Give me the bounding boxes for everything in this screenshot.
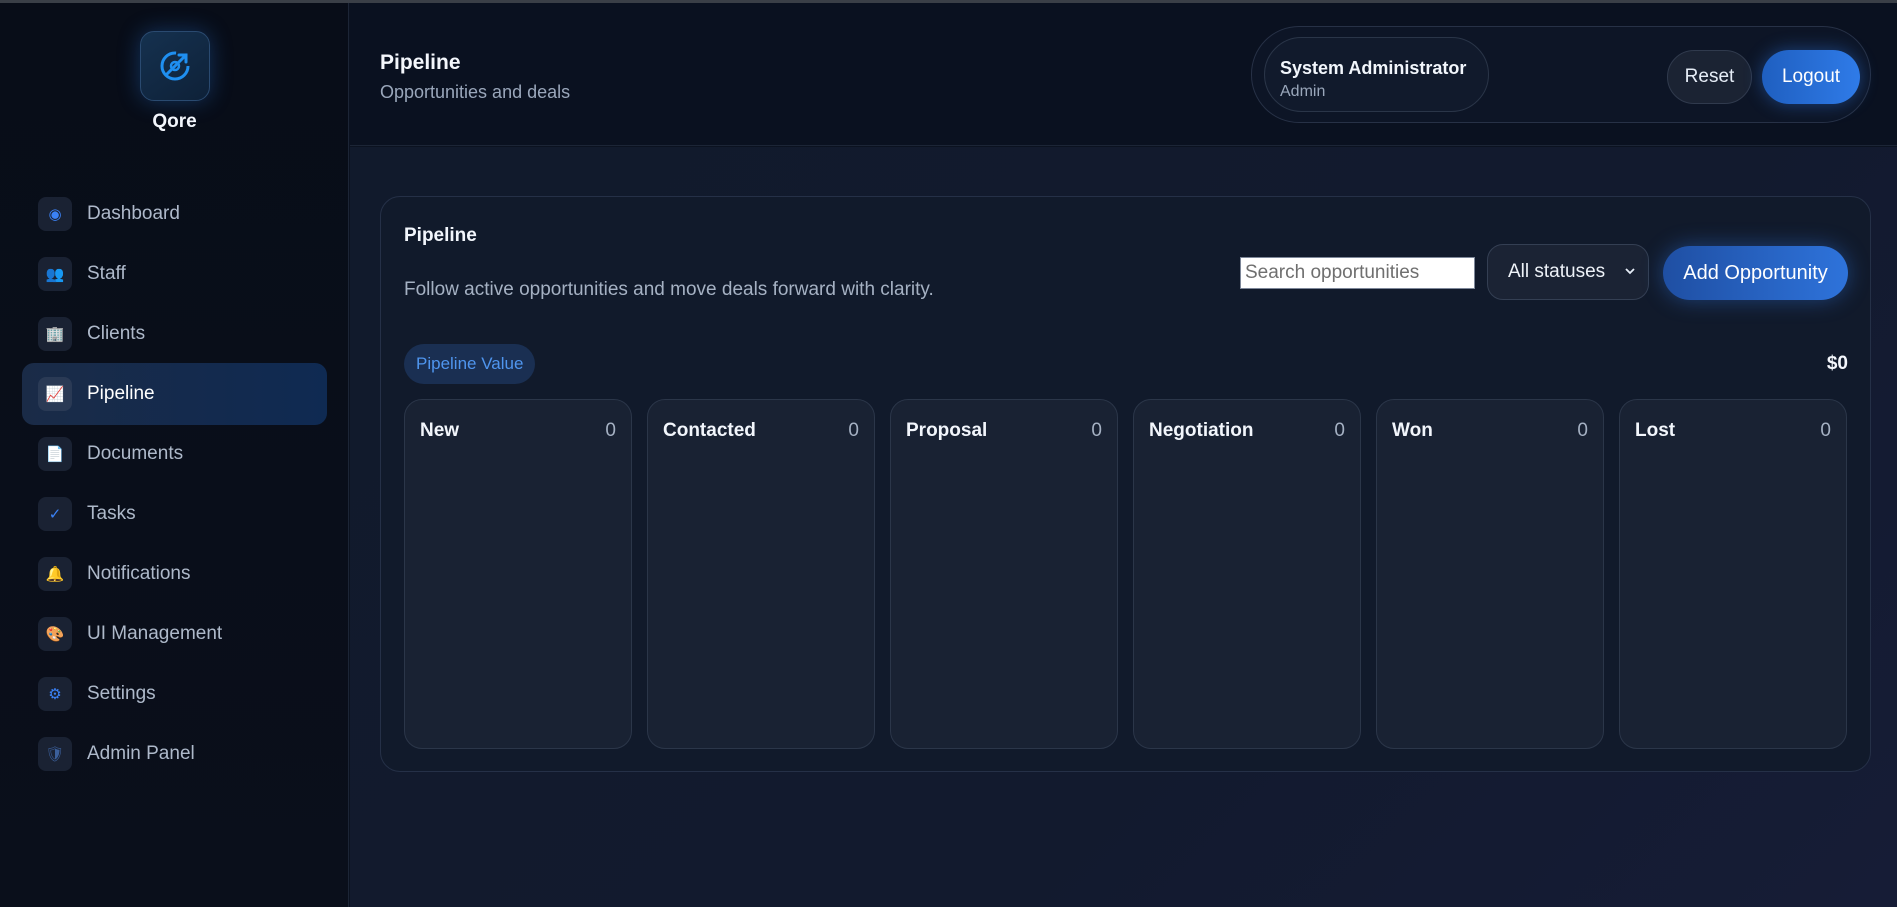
sidebar-item-dashboard[interactable]: ◉ Dashboard <box>22 183 327 245</box>
sidebar-item-clients[interactable]: 🏢 Clients <box>22 303 327 365</box>
sidebar-item-notifications[interactable]: 🔔 Notifications <box>22 543 327 605</box>
user-name: System Administrator <box>1280 58 1467 78</box>
add-opportunity-button[interactable]: Add Opportunity <box>1663 246 1848 300</box>
column-count: 0 <box>605 420 616 441</box>
sidebar-item-label: Documents <box>87 443 184 464</box>
sidebar-item-label: Staff <box>87 263 126 284</box>
page-title: Pipeline <box>380 51 461 74</box>
radio-dot-icon: ◉ <box>38 197 72 231</box>
column-title: Proposal <box>906 420 988 441</box>
column-count: 0 <box>1577 420 1588 441</box>
pipeline-column-contacted[interactable]: Contacted 0 <box>647 399 875 749</box>
logout-button[interactable]: Logout <box>1762 50 1860 104</box>
sidebar-item-settings[interactable]: ⚙ Settings <box>22 663 327 725</box>
sidebar-item-label: Dashboard <box>87 203 180 224</box>
pipeline-value-amount: $0 <box>1826 353 1848 374</box>
status-filter-value: All statuses <box>1508 261 1606 282</box>
sidebar-item-admin-panel[interactable]: 🛡 Admin Panel <box>22 723 327 785</box>
pipeline-column-negotiation[interactable]: Negotiation 0 <box>1133 399 1361 749</box>
column-title: Lost <box>1635 420 1676 441</box>
sidebar-item-tasks[interactable]: ✓ Tasks <box>22 483 327 545</box>
brand: Qore <box>0 31 349 133</box>
user-role: Admin <box>1280 83 1326 100</box>
pipeline-panel: Pipeline Follow active opportunities and… <box>380 196 1871 772</box>
sidebar-item-label: Tasks <box>87 503 136 524</box>
people-icon: 👥 <box>38 257 72 291</box>
chart-increasing-icon: 📈 <box>38 377 72 411</box>
panel-description: Follow active opportunities and move dea… <box>404 279 934 300</box>
column-count: 0 <box>1820 420 1831 441</box>
compass-icon[interactable] <box>139 31 210 101</box>
gear-icon: ⚙ <box>38 677 72 711</box>
shield-icon: 🛡 <box>38 737 72 771</box>
page-header: Pipeline Opportunities and deals System … <box>350 3 1897 146</box>
column-count: 0 <box>1334 420 1345 441</box>
sidebar-item-label: Clients <box>87 323 146 344</box>
checkmark-icon: ✓ <box>38 497 72 531</box>
status-filter-select[interactable]: All statuses <box>1487 244 1649 300</box>
pipeline-column-lost[interactable]: Lost 0 <box>1619 399 1847 749</box>
sidebar-item-pipeline[interactable]: 📈 Pipeline <box>22 363 327 425</box>
bell-icon: 🔔 <box>38 557 72 591</box>
column-count: 0 <box>1091 420 1102 441</box>
pipeline-column-proposal[interactable]: Proposal 0 <box>890 399 1118 749</box>
building-icon: 🏢 <box>38 317 72 351</box>
sidebar-item-label: Pipeline <box>87 383 155 404</box>
column-title: Contacted <box>663 420 756 441</box>
column-count: 0 <box>848 420 859 441</box>
sidebar-item-label: UI Management <box>87 623 223 644</box>
brand-name: Qore <box>152 111 197 132</box>
column-title: Negotiation <box>1149 420 1254 441</box>
sidebar-item-ui-management[interactable]: 🎨 UI Management <box>22 603 327 665</box>
pipeline-value-badge: Pipeline Value <box>404 344 536 384</box>
sidebar-item-label: Admin Panel <box>87 743 195 764</box>
sidebar-item-staff[interactable]: 👥 Staff <box>22 243 327 305</box>
sidebar-item-label: Notifications <box>87 563 191 584</box>
document-icon: 📄 <box>38 437 72 471</box>
page-subtitle: Opportunities and deals <box>380 82 571 102</box>
sidebar: Qore ◉ Dashboard 👥 Staff 🏢 Clients 📈 Pipeline 📄 D… <box>0 3 349 907</box>
column-title: Won <box>1392 420 1433 441</box>
pipeline-column-new[interactable]: New 0 <box>404 399 632 749</box>
column-title: New <box>420 420 460 441</box>
pipeline-column-won[interactable]: Won 0 <box>1376 399 1604 749</box>
user-chip[interactable]: System Administrator Admin <box>1264 37 1489 112</box>
panel-title: Pipeline <box>404 225 477 246</box>
reset-button[interactable]: Reset <box>1667 50 1752 104</box>
user-area: System Administrator Admin Reset Logout <box>1251 26 1871 123</box>
sidebar-item-documents[interactable]: 📄 Documents <box>22 423 327 485</box>
search-input[interactable] <box>1240 257 1475 289</box>
sidebar-item-label: Settings <box>87 683 156 704</box>
palette-icon: 🎨 <box>38 617 72 651</box>
chevron-down-icon <box>1624 261 1636 288</box>
main-content: Pipeline Follow active opportunities and… <box>350 147 1897 907</box>
